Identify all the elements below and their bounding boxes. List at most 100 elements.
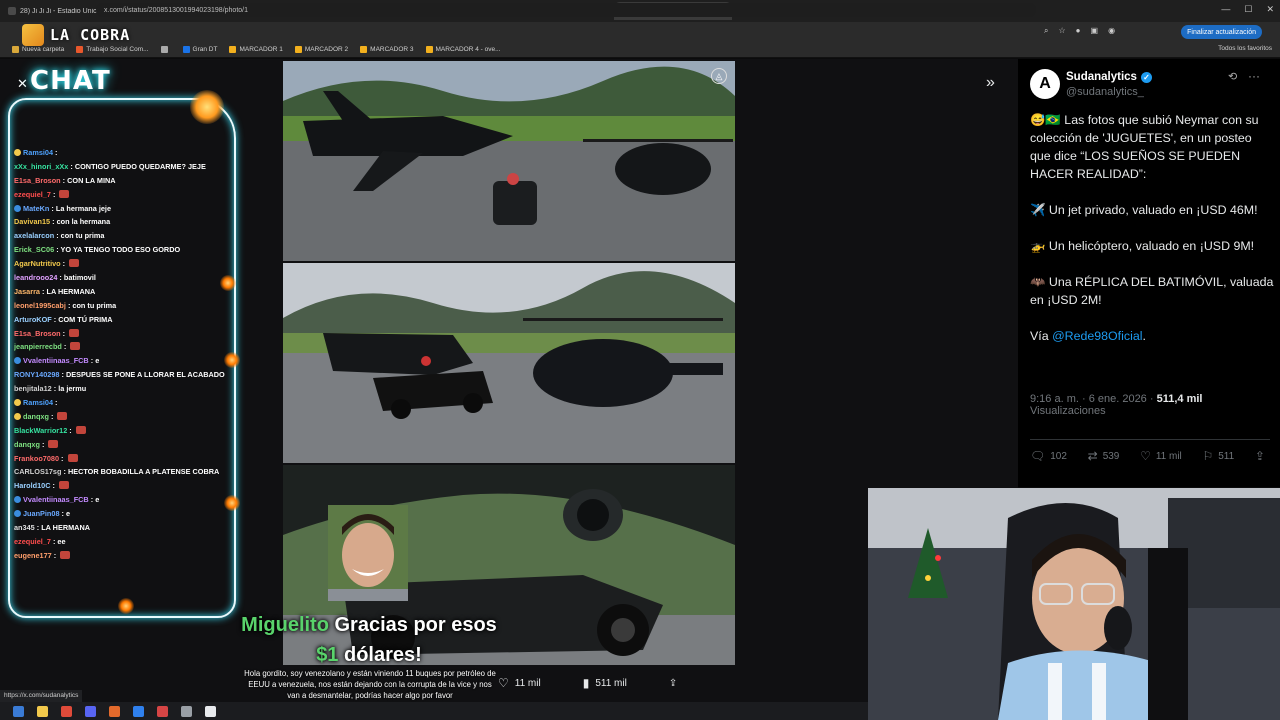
photo-action-bar: ♡ 11 mil ▮ 511 mil ⇪ bbox=[498, 673, 718, 693]
chat-username[interactable]: ArturoKOF bbox=[14, 315, 52, 324]
chat-username[interactable]: Davivan15 bbox=[14, 217, 50, 226]
chat-message: eugene177 : bbox=[14, 549, 229, 563]
chat-message: leonel1995cabj : con tu prima bbox=[14, 299, 229, 313]
chat-username[interactable]: Harold10C bbox=[14, 481, 51, 490]
bookmark-icon bbox=[294, 46, 302, 53]
chat-username[interactable]: CARLOS17sg bbox=[14, 467, 61, 476]
discord-icon[interactable] bbox=[85, 705, 96, 717]
tweet-timestamp[interactable]: 9:16 a. m. · 6 ene. 2026 · bbox=[1030, 393, 1154, 405]
stream-logo: LA COBRA bbox=[22, 22, 130, 48]
chat-username[interactable]: MateKn bbox=[23, 204, 49, 213]
author-handle[interactable]: @sudanalytics_ bbox=[1066, 86, 1144, 98]
reply-button[interactable]: 🗨 102 bbox=[1030, 449, 1067, 463]
chat-badge-icon bbox=[14, 149, 21, 156]
grok-icon[interactable]: ⟲ bbox=[1228, 70, 1237, 83]
chat-username[interactable]: AgarNutritivo bbox=[14, 259, 61, 268]
app-icon[interactable] bbox=[205, 705, 216, 717]
chat-message: Ramsi04 : bbox=[14, 146, 229, 160]
start-icon[interactable] bbox=[13, 705, 24, 717]
all-bookmarks-button[interactable]: Todos los favoritos bbox=[1218, 45, 1272, 52]
chat-username[interactable]: Vvalentiinaas_FCB bbox=[23, 356, 89, 365]
like-button[interactable]: ♡ 11 mil bbox=[1140, 449, 1182, 463]
expand-chevron-icon[interactable]: » bbox=[986, 74, 995, 92]
photo-views-button[interactable]: ▮ 511 mil bbox=[583, 676, 627, 690]
chat-text: La hermana jeje bbox=[55, 203, 112, 213]
chat-username[interactable]: xXx_hinori_xXx bbox=[14, 162, 68, 171]
close-icon[interactable]: ✕ bbox=[17, 76, 28, 92]
window-controls: — ☐ ✕ bbox=[1221, 4, 1274, 15]
chat-username[interactable]: Ramsi04 bbox=[23, 398, 53, 407]
via-link[interactable]: @Rede98Oficial bbox=[1052, 329, 1142, 343]
close-window-icon[interactable]: ✕ bbox=[1266, 4, 1274, 15]
profile-icon[interactable]: ◉ bbox=[1108, 26, 1115, 36]
bookmark-item[interactable]: Gran DT bbox=[182, 46, 217, 53]
chat-username[interactable]: benjitala12 bbox=[14, 384, 52, 393]
chat-text: HECTOR BOBADILLA A PLATENSE COBRA bbox=[67, 467, 220, 477]
bookmark-item[interactable]: MARCADOR 1 bbox=[229, 46, 283, 53]
chat-username[interactable]: an345 bbox=[14, 523, 35, 532]
chat-separator: : bbox=[51, 550, 59, 560]
chrome-icon[interactable] bbox=[61, 705, 72, 717]
bookmark-item[interactable]: MARCADOR 3 bbox=[360, 46, 414, 53]
chat-username[interactable]: Frankoo7080 bbox=[14, 454, 59, 463]
chat-username[interactable]: BlackWarrior12 bbox=[14, 426, 67, 435]
chat-message: danqxg : bbox=[14, 410, 229, 424]
more-options-icon[interactable]: ··· bbox=[1248, 69, 1260, 83]
chat-username[interactable]: leonel1995cabj bbox=[14, 301, 66, 310]
star-icon[interactable]: ☆ bbox=[1058, 26, 1065, 36]
tweet-meta: 9:16 a. m. · 6 ene. 2026 · 511,4 mil Vis… bbox=[1030, 393, 1270, 417]
chat-username[interactable]: ezequiel_7 bbox=[14, 190, 51, 199]
app-icon[interactable] bbox=[181, 705, 192, 717]
maximize-icon[interactable]: ☐ bbox=[1244, 4, 1252, 15]
obs-icon[interactable] bbox=[133, 705, 144, 717]
spark-decoration bbox=[118, 598, 134, 614]
chat-username[interactable]: Jasarra bbox=[14, 287, 40, 296]
chat-text: COM TÚ PRIMA bbox=[58, 314, 113, 324]
chat-username[interactable]: danqxg bbox=[23, 412, 49, 421]
chat-username[interactable]: RONY140298 bbox=[14, 370, 59, 379]
chat-text: CONTIGO PUEDO QUEDARME? JEJE bbox=[74, 161, 206, 171]
view-count: 511,4 mil bbox=[1156, 393, 1203, 405]
chat-username[interactable]: eugene177 bbox=[14, 551, 52, 560]
photo-fleet[interactable] bbox=[283, 263, 735, 463]
search-icon[interactable]: ⌕ bbox=[1044, 26, 1048, 36]
author-name[interactable]: Sudanalytics ✓ bbox=[1066, 71, 1152, 83]
chat-username[interactable]: jeanpierrecbd bbox=[14, 342, 62, 351]
bookmark-item[interactable]: MARCADOR 4 - ove... bbox=[425, 46, 501, 53]
bookmark-item[interactable]: MARCADOR 2 bbox=[294, 46, 348, 53]
chat-text: LA HERMANA bbox=[46, 286, 96, 296]
photo-like-button[interactable]: ♡ 11 mil bbox=[498, 676, 541, 690]
chat-username[interactable]: JuanPin08 bbox=[23, 509, 60, 518]
chat-username[interactable]: axelalarcon bbox=[14, 231, 54, 240]
chat-username[interactable]: E1sa_Broson bbox=[14, 176, 61, 185]
share-icon[interactable]: ⇪ bbox=[669, 678, 677, 689]
bookmark-icon bbox=[182, 46, 190, 53]
chat-text: LA HERMANA bbox=[41, 523, 90, 533]
share-icon: ⇪ bbox=[1254, 449, 1265, 463]
app-icon[interactable] bbox=[109, 705, 120, 717]
chat-username[interactable]: leandrooo24 bbox=[14, 273, 57, 282]
chat-username[interactable]: E1sa_Broson bbox=[14, 329, 61, 338]
chat-username[interactable]: Erick_SC06 bbox=[14, 245, 54, 254]
via-label: Vía bbox=[1030, 329, 1049, 343]
avatar[interactable]: A bbox=[1030, 69, 1060, 99]
folder-icon[interactable] bbox=[37, 705, 48, 717]
chat-emote-icon bbox=[59, 481, 69, 490]
update-button[interactable]: Finalizar actualización bbox=[1181, 25, 1262, 39]
share-button[interactable]: ⇪ bbox=[1255, 449, 1270, 463]
photo-jet-helicopter[interactable] bbox=[283, 61, 735, 261]
heart-icon: ♡ bbox=[498, 676, 509, 690]
minimize-icon[interactable]: — bbox=[1221, 4, 1230, 15]
chat-username[interactable]: Vvalentiinaas_FCB bbox=[23, 495, 89, 504]
bookmark-button[interactable]: ⚐ 511 bbox=[1202, 449, 1234, 463]
puzzle-icon[interactable]: ▣ bbox=[1091, 26, 1099, 36]
repost-button[interactable]: ⇄ 539 bbox=[1088, 449, 1120, 463]
bookmark-item[interactable] bbox=[160, 46, 171, 53]
chat-username[interactable]: Ramsi04 bbox=[23, 148, 53, 157]
bookmark-icon bbox=[425, 46, 433, 53]
chat-username[interactable]: ezequiel_7 bbox=[14, 537, 51, 546]
record-icon[interactable] bbox=[157, 705, 168, 717]
url-field[interactable]: x.com/i/status/2008513001994023198/photo… bbox=[96, 3, 1036, 17]
extension-icon[interactable]: ● bbox=[1076, 26, 1081, 36]
chat-username[interactable]: danqxg bbox=[14, 440, 40, 449]
